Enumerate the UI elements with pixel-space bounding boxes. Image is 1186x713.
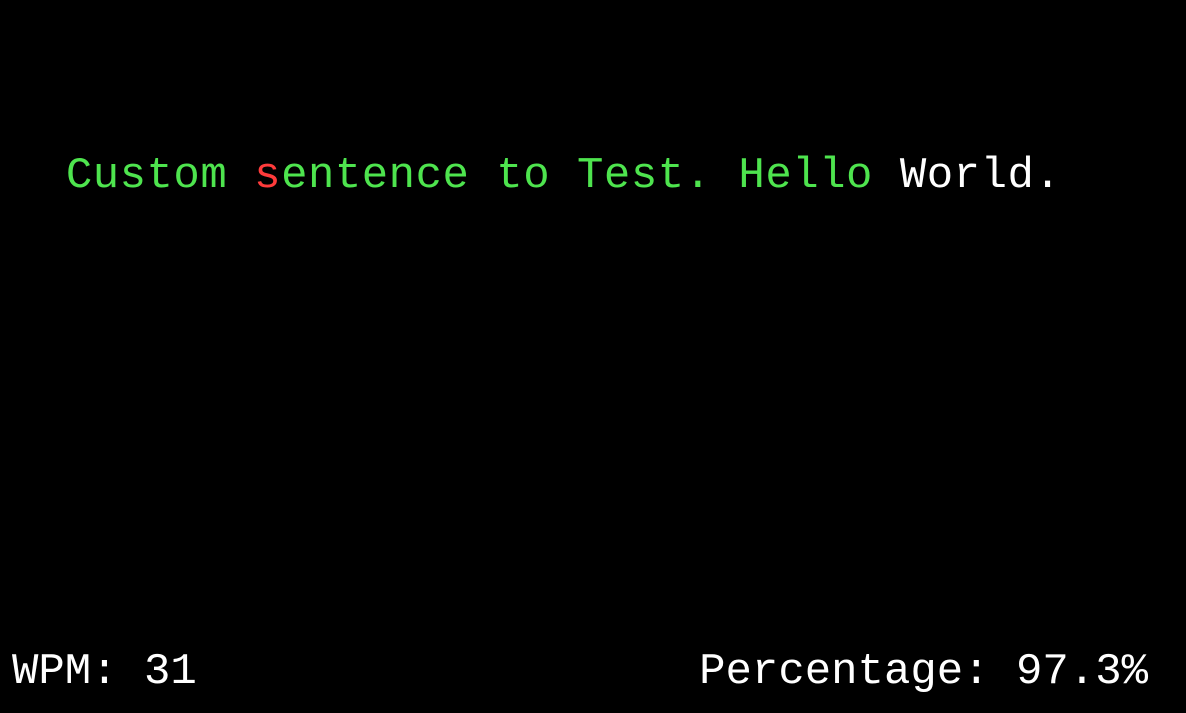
sentence-segment-correct: Custom	[65, 151, 255, 201]
typing-sentence: Custom sentence to Test. Hello World.	[12, 98, 1061, 202]
sentence-segment-incorrect: s	[254, 151, 282, 201]
wpm-readout: WPM: 31	[12, 647, 197, 697]
sentence-segment-pending: World.	[899, 151, 1062, 201]
sentence-segment-correct: entence to Test. Hello	[281, 151, 900, 201]
percentage-readout: Percentage: 97.3%	[699, 647, 1148, 697]
